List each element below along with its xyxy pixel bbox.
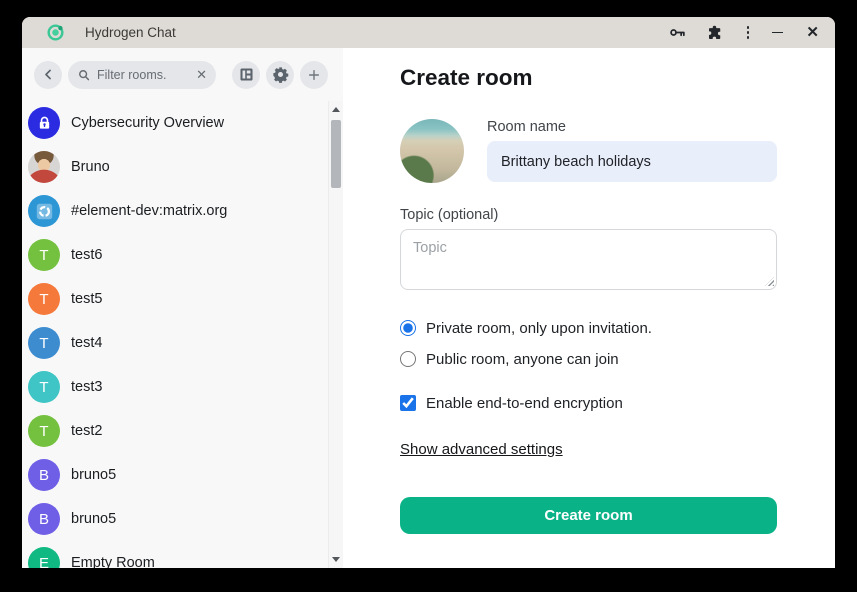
back-button[interactable] [34, 61, 62, 89]
room-name: bruno5 [71, 467, 116, 483]
room-avatar-upload[interactable] [400, 119, 464, 183]
room-name: Cybersecurity Overview [71, 115, 224, 131]
filter-rooms-field[interactable]: ✕ [68, 61, 216, 89]
letter-avatar: T [28, 327, 60, 359]
room-avatar-row: Room name [400, 119, 835, 183]
room-name: test5 [71, 291, 102, 307]
encryption-label: Enable end-to-end encryption [426, 395, 623, 412]
scroll-down-icon[interactable] [332, 557, 340, 562]
app-window: Hydrogen Chat ✕ [22, 17, 835, 568]
sidebar-header: ✕ [22, 48, 343, 101]
room-list-item[interactable]: Bbruno5 [22, 453, 343, 497]
public-room-option[interactable]: Public room, anyone can join [400, 347, 835, 371]
private-room-label: Private room, only upon invitation. [426, 320, 652, 337]
room-name: #element-dev:matrix.org [71, 203, 227, 219]
room-name: Bruno [71, 159, 110, 175]
letter-avatar: B [28, 459, 60, 491]
room-list-item[interactable]: #element-dev:matrix.org [22, 189, 343, 233]
topic-label: Topic (optional) [400, 207, 835, 223]
public-room-label: Public room, anyone can join [426, 351, 619, 368]
close-icon[interactable]: ✕ [806, 25, 819, 40]
room-name: bruno5 [71, 511, 116, 527]
room-name: test2 [71, 423, 102, 439]
grid-view-button[interactable] [232, 61, 260, 89]
room-visibility-group: Private room, only upon invitation. Publ… [400, 316, 835, 371]
room-list-item[interactable]: Bbruno5 [22, 497, 343, 541]
extensions-icon[interactable] [706, 24, 724, 42]
app-body: ✕ Cybersecurity Over [22, 48, 835, 568]
minimize-icon[interactable] [772, 32, 787, 34]
user-photo-avatar [28, 151, 60, 183]
private-room-option[interactable]: Private room, only upon invitation. [400, 316, 835, 340]
room-name: Empty Room [71, 555, 155, 568]
encryption-option[interactable]: Enable end-to-end encryption [400, 391, 835, 415]
create-room-button[interactable]: Create room [400, 497, 777, 534]
grid-icon [238, 66, 255, 83]
gear-icon [271, 65, 290, 84]
letter-avatar: B [28, 503, 60, 535]
room-list-item[interactable]: Ttest4 [22, 321, 343, 365]
room-list-item[interactable]: Cybersecurity Overview [22, 101, 343, 145]
add-room-button[interactable] [300, 61, 328, 89]
topic-input[interactable] [400, 229, 777, 290]
plus-icon [306, 67, 322, 83]
window-title: Hydrogen Chat [85, 25, 176, 40]
room-list: Cybersecurity Overview Bruno #element-dev… [22, 101, 343, 568]
key-icon[interactable] [668, 23, 687, 42]
page-title: Create room [400, 65, 835, 91]
room-list-item[interactable]: Ttest5 [22, 277, 343, 321]
element-logo-avatar [28, 195, 60, 227]
lock-avatar-icon [28, 107, 60, 139]
private-room-radio[interactable] [400, 320, 416, 336]
sidebar: ✕ Cybersecurity Over [22, 48, 343, 568]
filter-rooms-input[interactable] [97, 68, 190, 82]
show-advanced-settings-link[interactable]: Show advanced settings [400, 441, 563, 458]
room-list-item[interactable]: Ttest2 [22, 409, 343, 453]
encryption-checkbox[interactable] [400, 395, 416, 411]
room-name-label: Room name [487, 119, 777, 135]
hydrogen-logo [46, 23, 65, 42]
room-name: test3 [71, 379, 102, 395]
room-list-item[interactable]: Bruno [22, 145, 343, 189]
scrollbar-thumb[interactable] [331, 120, 341, 188]
clear-filter-icon[interactable]: ✕ [196, 68, 207, 81]
search-icon [77, 68, 91, 82]
letter-avatar: T [28, 371, 60, 403]
letter-avatar: T [28, 239, 60, 271]
letter-avatar: E [28, 547, 60, 568]
room-list-item[interactable]: Ttest6 [22, 233, 343, 277]
public-room-radio[interactable] [400, 351, 416, 367]
scroll-up-icon[interactable] [332, 107, 340, 112]
room-list-item[interactable]: E Empty Room [22, 541, 343, 568]
titlebar: Hydrogen Chat ✕ [22, 17, 835, 48]
room-name: test6 [71, 247, 102, 263]
menu-icon[interactable] [743, 26, 754, 39]
chevron-left-icon [41, 67, 56, 82]
letter-avatar: T [28, 415, 60, 447]
letter-avatar: T [28, 283, 60, 315]
room-name-input[interactable] [487, 141, 777, 182]
sidebar-scrollbar[interactable] [328, 101, 343, 568]
room-name: test4 [71, 335, 102, 351]
settings-button[interactable] [266, 61, 294, 89]
room-list-item[interactable]: Ttest3 [22, 365, 343, 409]
create-room-panel: Create room Room name Topic (optional) P… [343, 48, 835, 568]
